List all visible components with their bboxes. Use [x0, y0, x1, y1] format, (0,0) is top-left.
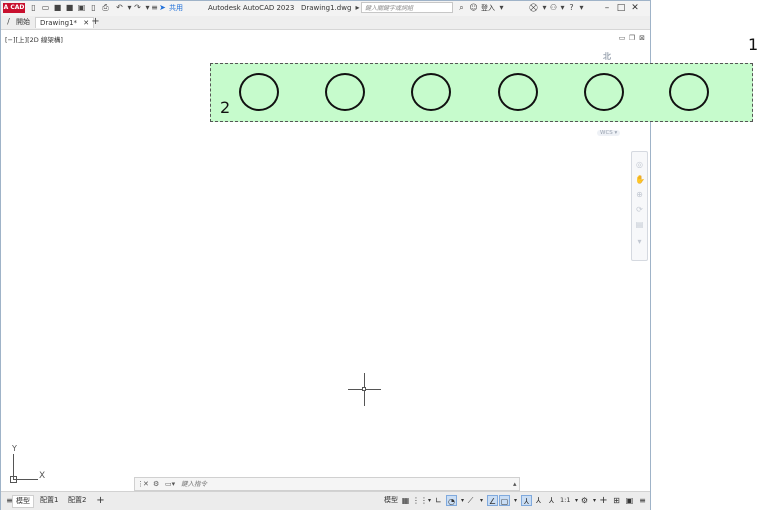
annotation-visibility-icon[interactable]: ⅄ [521, 495, 532, 506]
search-icon[interactable]: ⌕ [457, 3, 466, 12]
grid-icon[interactable]: ▦ [400, 495, 411, 506]
showmotion-icon[interactable]: ▤ [635, 220, 644, 229]
tab-start[interactable]: 開始 [12, 17, 34, 28]
tab-close-icon[interactable]: ✕ [83, 19, 89, 27]
command-input[interactable] [181, 479, 511, 489]
new-tab-icon[interactable]: + [91, 17, 100, 27]
tab-drawing1[interactable]: Drawing1* ✕ [35, 17, 95, 28]
steering-wheel-icon[interactable]: ◎ [635, 160, 644, 169]
drawn-circle [325, 73, 365, 111]
connect-dropdown-icon[interactable]: ▾ [558, 3, 567, 12]
share-button[interactable]: 共用 [169, 3, 183, 13]
command-close-icon[interactable]: ✕ [143, 479, 149, 490]
viewport-restore-icon[interactable]: ❐ [628, 34, 636, 42]
web-mobile-save-icon[interactable]: ▣ [77, 3, 86, 12]
tab-layout2[interactable]: 配置2 [65, 495, 89, 506]
title-bar: A CAD ▯ ▭ ■ ■ ▣ ▯ ⎙ ↶ ▾ ↷ ▾ ≡ ➤ 共用 Autod… [1, 1, 650, 17]
cart-dropdown-icon[interactable]: ▾ [540, 3, 549, 12]
app-name: Autodesk AutoCAD 2023 [208, 4, 295, 12]
viewcube-north[interactable]: 北 [603, 51, 611, 62]
new-file-icon[interactable]: ▯ [29, 3, 38, 12]
isodraft-icon[interactable]: ⟋ [465, 495, 476, 506]
command-line: ⋮ ✕ ⚙ ▭▾ ▴ [134, 477, 520, 491]
close-icon[interactable]: ✕ [629, 2, 641, 14]
ucs-y-label: Y [12, 444, 17, 453]
help-icon[interactable]: ? [567, 3, 576, 12]
wcs-menu[interactable]: WCS ▾ [597, 130, 621, 136]
help-dropdown-icon[interactable]: ▾ [577, 3, 586, 12]
command-customize-icon[interactable]: ⚙ [153, 479, 159, 490]
object-snap-icon[interactable]: ▢ [499, 495, 510, 506]
pan-icon[interactable]: ✋ [635, 175, 645, 184]
undo-icon[interactable]: ↶ [115, 3, 124, 12]
search-input[interactable]: 鍵入關鍵字或詞組 [361, 2, 453, 13]
auto-scale-icon[interactable]: ⅄ [533, 495, 544, 506]
model-space-button[interactable]: 模型 [381, 495, 401, 506]
navbar-settings-icon[interactable]: ▾ [635, 237, 644, 246]
maximize-icon[interactable]: □ [615, 2, 627, 14]
autocad-logo[interactable]: A CAD [3, 3, 25, 13]
isolate-objects-icon[interactable]: ▣ [624, 495, 635, 506]
mobile-icon[interactable]: ▯ [89, 3, 98, 12]
viewport-minimize-icon[interactable]: ▭ [618, 34, 626, 42]
user-icon[interactable]: ☺ [469, 3, 478, 12]
command-history-icon[interactable]: ▴ [513, 479, 517, 490]
connect-icon[interactable]: ⚇ [549, 3, 558, 12]
window-title: Autodesk AutoCAD 2023 Drawing1.dwg [208, 3, 351, 13]
annotation-monitor-icon[interactable]: + [598, 495, 609, 506]
callout-label-2: 2 [220, 98, 231, 117]
customization-menu-icon[interactable]: ≡ [637, 495, 648, 506]
tab-layout1[interactable]: 配置1 [37, 495, 61, 506]
navigation-bar: ◎ ✋ ⊕ ⟳ ▤ ▾ [631, 151, 648, 261]
zoom-icon[interactable]: ⊕ [635, 190, 644, 199]
drawn-circle [669, 73, 709, 111]
document-tab-bar: / 開始 Drawing1* ✕ + [1, 16, 650, 30]
viewport-close-icon[interactable]: ⊠ [638, 34, 646, 42]
status-bar: ≡ 模型 配置1 配置2 + 模型 ▦ ⋮⋮ ▾ ∟ ◔ ▾ ⟋ ▾ ∠ ▢ ▾… [1, 491, 650, 510]
units-icon[interactable]: ⊞ [611, 495, 622, 506]
drawn-circle [239, 73, 279, 111]
annotation-scale-icon[interactable]: ⅄ [546, 495, 557, 506]
drawn-circle [411, 73, 451, 111]
tab-label: Drawing1* [40, 19, 78, 27]
snap-icon[interactable]: ⋮⋮ [412, 495, 428, 506]
highlight-region [210, 63, 753, 122]
drawn-circle [584, 73, 624, 111]
ortho-icon[interactable]: ∟ [433, 495, 444, 506]
wcs-label: WCS [600, 130, 613, 136]
osnap-dropdown-icon[interactable]: ▾ [510, 495, 521, 506]
login-dropdown-icon[interactable]: ▾ [497, 3, 506, 12]
recent-commands-icon[interactable]: ▭▾ [165, 479, 175, 490]
drawn-circle [498, 73, 538, 111]
save-as-icon[interactable]: ■ [65, 3, 74, 12]
ucs-origin-icon [10, 476, 17, 483]
document-name: Drawing1.dwg [300, 4, 352, 12]
open-folder-icon[interactable]: ▭ [41, 3, 50, 12]
tab-model[interactable]: 模型 [12, 495, 34, 508]
add-layout-icon[interactable]: + [95, 495, 106, 506]
save-icon[interactable]: ■ [53, 3, 62, 12]
minimize-icon[interactable]: – [601, 2, 613, 14]
viewport-controls[interactable]: [−][上][2D 線架構] [5, 34, 63, 44]
share-icon[interactable]: ➤ [158, 3, 167, 12]
polar-tracking-icon[interactable]: ◔ [446, 495, 457, 506]
orbit-icon[interactable]: ⟳ [635, 205, 644, 214]
isodraft-dropdown-icon[interactable]: ▾ [476, 495, 487, 506]
print-icon[interactable]: ⎙ [101, 3, 110, 12]
cart-icon[interactable]: ⛒ [529, 3, 538, 12]
ucs-x-label: X [39, 471, 46, 481]
object-snap-tracking-icon[interactable]: ∠ [487, 495, 498, 506]
crosshair-pickbox [362, 387, 366, 391]
login-button[interactable]: 登入 [481, 3, 495, 13]
callout-label-1: 1 [748, 35, 759, 54]
redo-icon[interactable]: ↷ [133, 3, 142, 12]
